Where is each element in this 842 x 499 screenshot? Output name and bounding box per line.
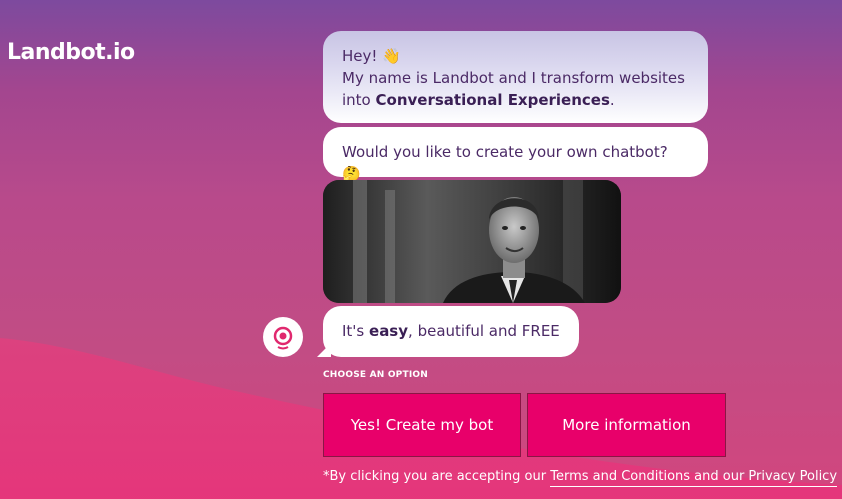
more-information-button[interactable]: More information [527, 393, 726, 457]
avatar-eye-icon [273, 326, 293, 350]
gif-illustration [323, 180, 621, 303]
terms-privacy-link[interactable]: Terms and Conditions and our Privacy Pol… [550, 469, 838, 487]
disclaimer-text: *By clicking you are accepting our [323, 469, 551, 484]
benefits-emphasis: easy [369, 322, 409, 340]
create-bot-button[interactable]: Yes! Create my bot [323, 393, 521, 457]
bot-message-benefits: It's easy, beautiful and FREE [323, 306, 579, 357]
greeting-line-3: into Conversational Experiences. [342, 89, 689, 111]
greeting-emphasis: Conversational Experiences [375, 91, 610, 109]
bot-message-question: Would you like to create your own chatbo… [323, 127, 708, 183]
greeting-line-3-suffix: . [609, 91, 615, 109]
animated-gif-image [323, 180, 621, 303]
choose-option-heading: CHOOSE AN OPTION [323, 370, 428, 380]
terms-disclaimer: *By clicking you are accepting our Terms… [323, 469, 838, 487]
landbot-avatar-icon [263, 317, 303, 357]
greeting-line-3-prefix: into [342, 91, 376, 109]
benefits-prefix: It's [342, 322, 370, 340]
benefits-suffix: , beautiful and FREE [408, 322, 560, 340]
bot-message-greeting: Hey! 👋 My name is Landbot and I transfor… [323, 31, 708, 123]
greeting-line-1: Hey! 👋 [342, 47, 401, 65]
greeting-line-2: My name is Landbot and I transform websi… [342, 69, 685, 87]
landbot-logo: Landbot.io [7, 40, 135, 65]
